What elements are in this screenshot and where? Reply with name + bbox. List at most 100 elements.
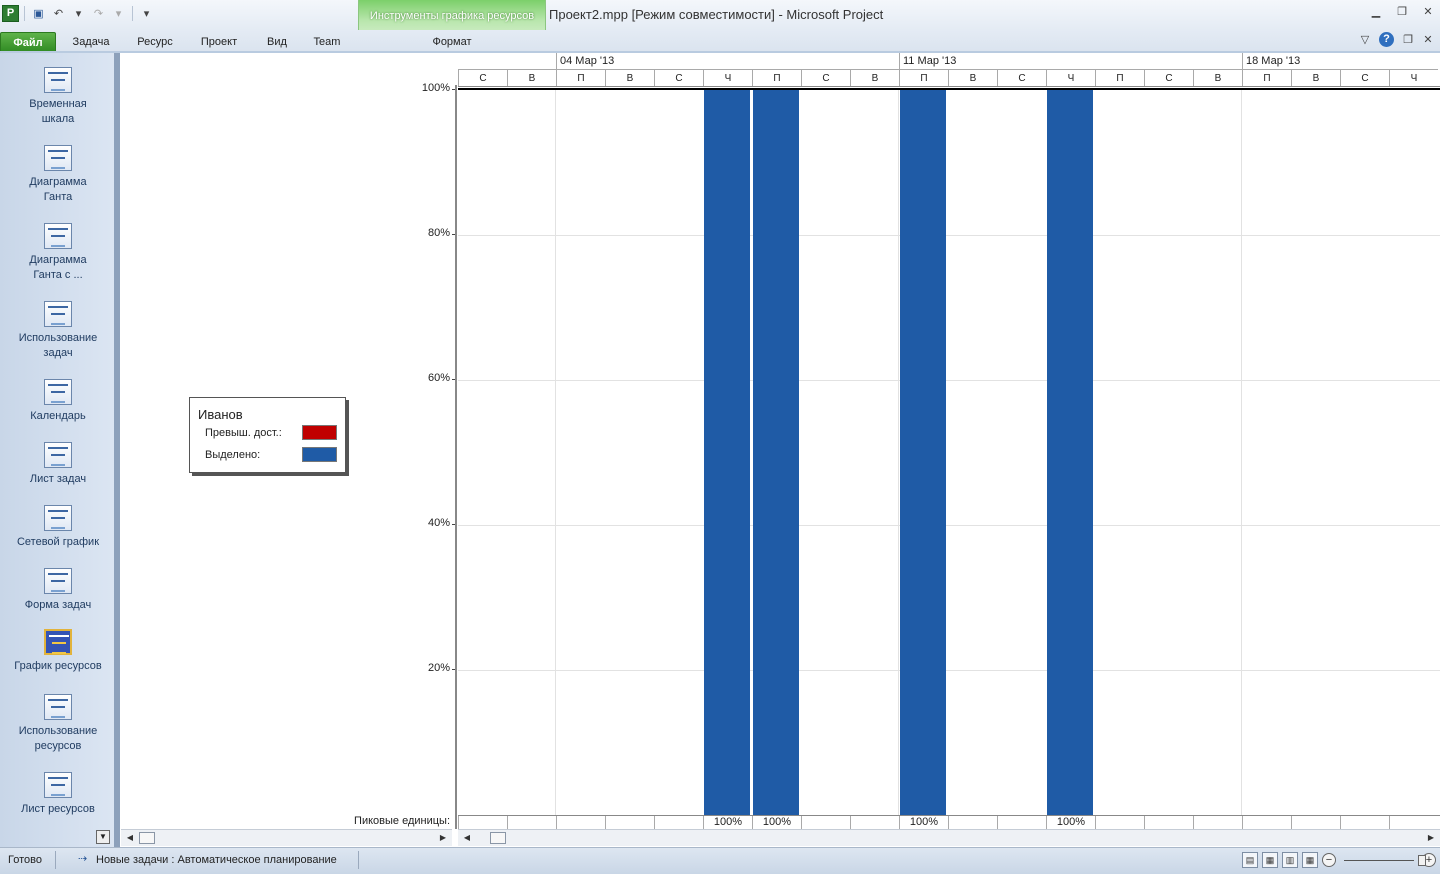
legend-overallocated-label: Превыш. дост.: — [205, 427, 282, 439]
view-label: Лист задач — [29, 473, 87, 485]
peak-units-cell — [556, 816, 605, 830]
timescale-day-label: П — [1242, 69, 1291, 86]
resource-sheet-shortcut-icon[interactable]: ▦ — [1302, 852, 1318, 868]
tab-team[interactable]: Team — [306, 32, 348, 52]
timescale-day-label: П — [899, 69, 948, 86]
redo-icon[interactable]: ↷ — [90, 5, 107, 22]
timescale-day-label: П — [752, 69, 801, 86]
allocated-bar[interactable] — [753, 90, 799, 815]
y-axis: 100% 80% 60% 40% 20% — [400, 53, 456, 829]
y-tick-label: 100% — [421, 82, 450, 94]
view-resource-graph[interactable]: График ресурсов — [4, 629, 112, 674]
peak-units-cell: 100% — [1046, 816, 1095, 830]
view-bar-more-icon[interactable]: ▼ — [96, 830, 110, 844]
scroll-left-icon[interactable]: ◀ — [462, 833, 472, 843]
view-resource-sheet[interactable]: Лист ресурсов — [4, 772, 112, 817]
tab-view[interactable]: Вид — [256, 32, 298, 52]
peak-units-cell — [801, 816, 850, 830]
y-tick-label: 20% — [427, 662, 450, 674]
restore-icon[interactable]: ❐ — [1396, 5, 1408, 19]
tab-task[interactable]: Задача — [64, 32, 118, 52]
view-resource-usage[interactable]: Использование ресурсов — [4, 694, 112, 754]
timescale-day-label: В — [850, 69, 899, 86]
minimize-ribbon-icon[interactable]: ▽ — [1359, 33, 1371, 47]
tab-project[interactable]: Проект — [192, 32, 246, 52]
timescale-week-label: 18 Мар '13 — [1242, 53, 1440, 69]
resource-graph-icon — [44, 629, 72, 655]
allocated-bar[interactable] — [1047, 90, 1093, 815]
resource-graph[interactable] — [458, 88, 1440, 815]
view-task-sheet[interactable]: Лист задач — [4, 442, 112, 487]
view-label: Сетевой график — [16, 536, 100, 548]
view-calendar[interactable]: Календарь — [4, 379, 112, 424]
peak-units-cell — [1193, 816, 1242, 830]
peak-units-cell: 100% — [752, 816, 801, 830]
view-label: Форма задач — [24, 599, 92, 611]
tab-file[interactable]: Файл — [0, 32, 56, 52]
peak-units-cell — [1144, 816, 1193, 830]
status-bar: Готово ⇢ Новые задачи : Автоматическое п… — [0, 847, 1440, 874]
zoom-slider[interactable] — [1344, 854, 1426, 866]
zoom-out-icon[interactable]: − — [1322, 853, 1336, 867]
customize-qat-icon[interactable]: ▾ — [138, 5, 155, 22]
legend-hscrollbar[interactable]: ◀ ▶ — [121, 829, 452, 846]
task-sheet-icon — [44, 442, 72, 468]
legend-overallocated-swatch — [302, 425, 337, 440]
restore-doc-icon[interactable]: ❐ — [1402, 33, 1414, 47]
undo-dropdown-icon[interactable]: ▾ — [70, 5, 87, 22]
team-planner-shortcut-icon[interactable]: ▥ — [1282, 852, 1298, 868]
tab-format[interactable]: Формат — [410, 32, 494, 52]
new-tasks-mode[interactable]: Новые задачи : Автоматическое планирован… — [78, 854, 337, 866]
view-gantt-chart[interactable]: Диаграмма Ганта — [4, 145, 112, 205]
status-separator — [55, 851, 56, 869]
gridline-horizontal — [458, 380, 1440, 381]
network-icon — [44, 505, 72, 531]
task-form-icon — [44, 568, 72, 594]
view-tracking-gantt[interactable]: Диаграмма Ганта с ... — [4, 223, 112, 283]
view-network-diagram[interactable]: Сетевой график — [4, 505, 112, 550]
view-label: Использование ресурсов — [18, 725, 98, 752]
view-task-usage[interactable]: Использование задач — [4, 301, 112, 361]
project-logo-icon[interactable]: P — [2, 4, 19, 22]
gridline-vertical — [555, 88, 556, 815]
context-tab-group-label: Инструменты графика ресурсов — [369, 10, 535, 22]
scroll-left-icon[interactable]: ◀ — [125, 833, 135, 843]
peak-units-cell — [458, 816, 507, 830]
timescale-day-label: В — [1291, 69, 1340, 86]
undo-icon[interactable]: ↶ — [50, 5, 67, 22]
graph-hscrollbar[interactable]: ◀ ▶ — [458, 829, 1440, 846]
tab-resource[interactable]: Ресурс — [128, 32, 182, 52]
timescale-day-label: С — [1144, 69, 1193, 86]
timescale-day-label: С — [1340, 69, 1389, 86]
task-usage-shortcut-icon[interactable]: ▦ — [1262, 852, 1278, 868]
allocated-bar[interactable] — [704, 90, 750, 815]
view-label: Лист ресурсов — [21, 803, 95, 815]
quick-access-toolbar: P ▣ ↶ ▾ ↷ ▾ ▾ — [2, 3, 155, 23]
save-icon[interactable]: ▣ — [30, 5, 47, 22]
peak-units-cell — [1389, 816, 1438, 830]
gantt-view-shortcut-icon[interactable]: ▤ — [1242, 852, 1258, 868]
zoom-slider-thumb[interactable] — [1418, 854, 1426, 866]
close-doc-icon[interactable]: ✕ — [1422, 33, 1434, 47]
scroll-right-icon[interactable]: ▶ — [438, 833, 448, 843]
gridline-vertical — [898, 88, 899, 815]
redo-dropdown-icon[interactable]: ▾ — [110, 5, 127, 22]
minimize-icon[interactable]: ▁ — [1370, 5, 1382, 19]
view-label: Диаграмма Ганта — [29, 176, 87, 203]
y-tick-label: 60% — [427, 372, 450, 384]
allocated-bar[interactable] — [900, 90, 946, 815]
scroll-thumb[interactable] — [139, 832, 155, 844]
view-timeline[interactable]: Временная шкала — [4, 67, 112, 127]
legend-allocated-label: Выделено: — [205, 449, 261, 461]
peak-units-cell — [1291, 816, 1340, 830]
help-icon[interactable]: ? — [1379, 32, 1394, 47]
peak-units-cell: 100% — [899, 816, 948, 830]
gridline-horizontal — [458, 235, 1440, 236]
view-bar-splitter[interactable] — [114, 53, 120, 847]
status-ready: Готово — [8, 854, 42, 866]
scroll-right-icon[interactable]: ▶ — [1426, 833, 1436, 843]
close-icon[interactable]: ✕ — [1422, 5, 1434, 19]
timeline-icon — [44, 67, 72, 93]
scroll-thumb[interactable] — [490, 832, 506, 844]
view-task-form[interactable]: Форма задач — [4, 568, 112, 613]
